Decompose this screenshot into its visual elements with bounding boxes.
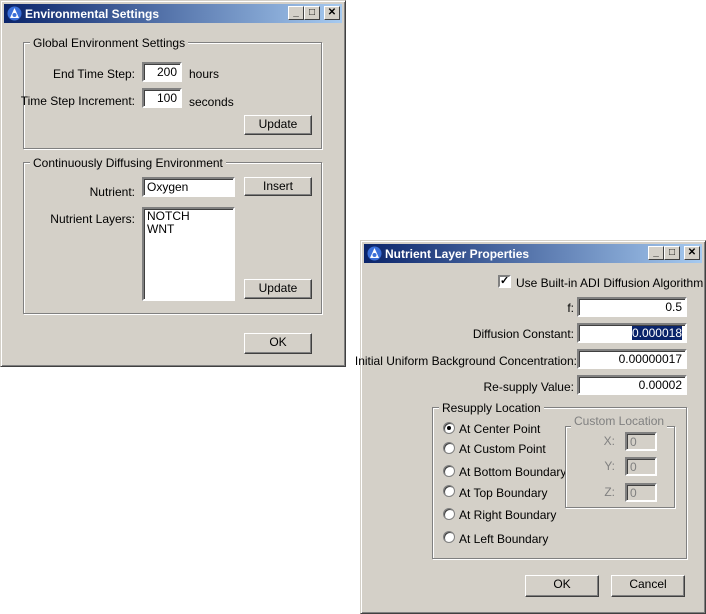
radio-top-boundary-label[interactable]: At Top Boundary	[459, 486, 548, 500]
f-label: f:	[567, 301, 574, 315]
nutrient-title-bar[interactable]: Nutrient Layer Properties _ □ ✕	[364, 244, 702, 263]
close-button[interactable]: ✕	[684, 246, 700, 260]
custom-location-legend: Custom Location	[571, 414, 668, 428]
nutrient-window-title: Nutrient Layer Properties	[385, 247, 530, 261]
increment-label: Time Step Increment:	[20, 94, 135, 108]
radio-right-boundary-label[interactable]: At Right Boundary	[459, 508, 556, 522]
end-time-input[interactable]: 200	[142, 62, 182, 82]
minimize-button[interactable]: _	[288, 6, 304, 20]
y-label: Y:	[604, 459, 615, 473]
app-icon	[7, 6, 22, 21]
custom-location-group	[565, 426, 675, 508]
list-item[interactable]: WNT	[147, 223, 230, 236]
nutrient-cancel-button[interactable]: Cancel	[611, 575, 685, 597]
radio-center-point[interactable]	[443, 422, 455, 434]
z-input[interactable]: 0	[625, 483, 657, 502]
resupply-value-label: Re-supply Value:	[483, 380, 575, 394]
x-input[interactable]: 0	[625, 432, 657, 451]
radio-bottom-boundary-label[interactable]: At Bottom Boundary	[459, 465, 566, 479]
radio-custom-point-label[interactable]: At Custom Point	[459, 442, 546, 456]
close-button[interactable]: ✕	[324, 6, 340, 20]
insert-button[interactable]: Insert	[244, 177, 312, 196]
global-update-button[interactable]: Update	[244, 115, 312, 135]
y-input[interactable]: 0	[625, 457, 657, 476]
end-time-unit: hours	[189, 67, 220, 81]
increment-unit: seconds	[189, 95, 234, 109]
nutrient-layers-label: Nutrient Layers:	[50, 212, 135, 226]
nutrient-label: Nutrient:	[89, 185, 135, 199]
end-time-label: End Time Step:	[52, 67, 135, 81]
adi-checkbox[interactable]: ✓	[498, 275, 511, 288]
env-window-title: Environmental Settings	[25, 7, 160, 21]
env-ok-button[interactable]: OK	[244, 333, 312, 354]
diffusion-constant-value: 0.000018	[631, 326, 682, 340]
radio-custom-point[interactable]	[443, 442, 455, 454]
radio-top-boundary[interactable]	[443, 485, 455, 497]
maximize-button[interactable]: □	[304, 6, 320, 20]
radio-bottom-boundary[interactable]	[443, 465, 455, 477]
initial-concentration-input[interactable]: 0.00000017	[577, 349, 687, 369]
initial-concentration-label: Initial Uniform Background Concentration…	[354, 354, 577, 368]
maximize-button[interactable]: □	[664, 246, 680, 260]
radio-left-boundary-label[interactable]: At Left Boundary	[459, 532, 548, 546]
z-label: Z:	[604, 485, 615, 499]
minimize-button[interactable]: _	[648, 246, 664, 260]
nutrient-layer-properties-window: Nutrient Layer Properties _ □ ✕ ✓ Use Bu…	[355, 240, 706, 614]
radio-right-boundary[interactable]	[443, 508, 455, 520]
diffusion-constant-input[interactable]: 0.000018	[577, 323, 687, 343]
x-label: X:	[603, 434, 615, 448]
diffusing-update-button[interactable]: Update	[244, 279, 312, 299]
nutrient-input[interactable]: Oxygen	[142, 177, 235, 197]
nutrient-layers-list[interactable]: NOTCH WNT	[142, 207, 235, 301]
radio-left-boundary[interactable]	[443, 531, 455, 543]
app-icon	[367, 246, 382, 261]
diffusing-legend: Continuously Diffusing Environment	[30, 156, 226, 170]
env-title-bar[interactable]: Environmental Settings _ □ ✕	[4, 4, 342, 23]
radio-center-point-label[interactable]: At Center Point	[459, 422, 540, 436]
environmental-settings-window: Environmental Settings _ □ ✕ Global Envi…	[0, 0, 346, 367]
increment-input[interactable]: 100	[142, 88, 182, 108]
nutrient-ok-button[interactable]: OK	[525, 575, 599, 597]
resupply-value-input[interactable]: 0.00002	[577, 375, 687, 395]
global-settings-legend: Global Environment Settings	[30, 36, 189, 50]
adi-label: Use Built-in ADI Diffusion Algorithm	[516, 276, 704, 290]
diffusion-constant-label: Diffusion Constant:	[472, 327, 574, 341]
f-input[interactable]: 0.5	[577, 297, 687, 317]
resupply-location-legend: Resupply Location	[439, 401, 544, 415]
